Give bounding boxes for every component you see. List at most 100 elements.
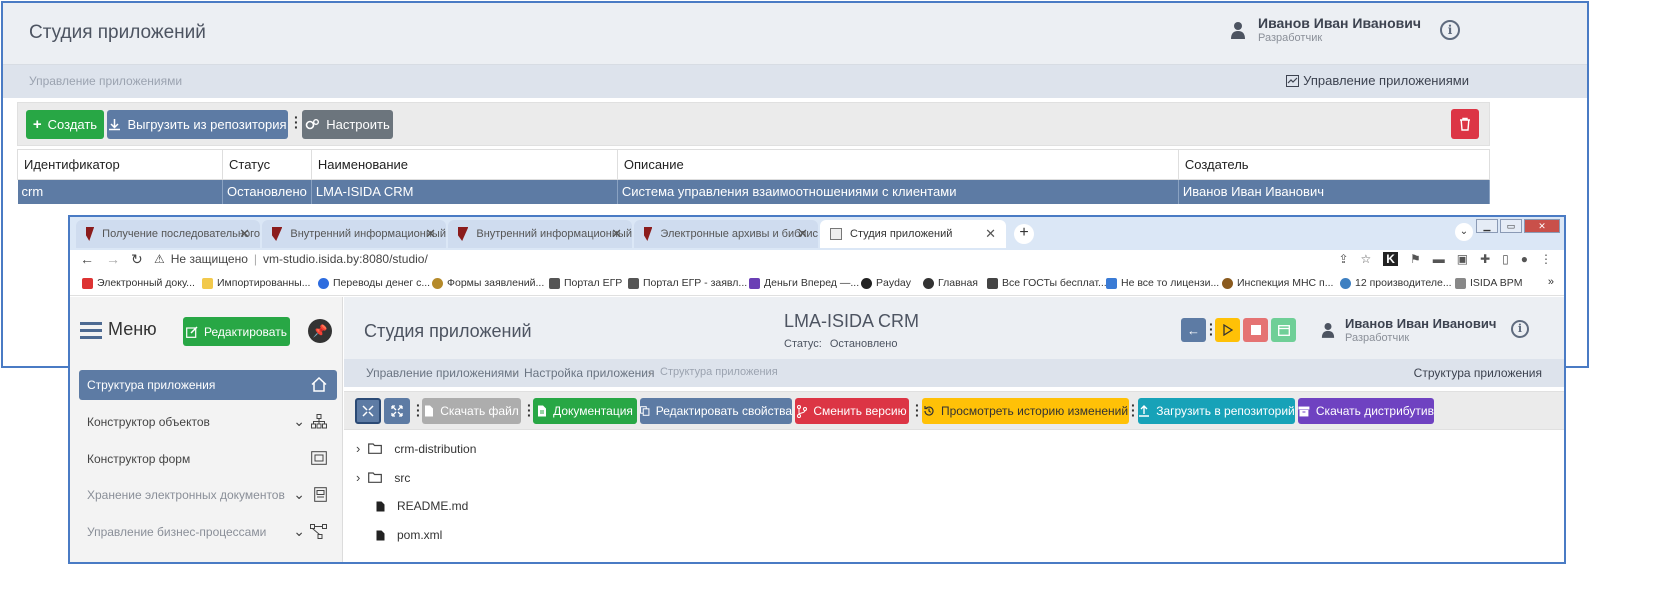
download-distribution-button[interactable]: Скачать дистрибутив	[1298, 398, 1434, 424]
bookmark-item[interactable]: Payday	[861, 277, 911, 289]
breadcrumb-item[interactable]: Управление приложениями	[366, 366, 519, 380]
close-tab-icon[interactable]: ✕	[611, 226, 622, 242]
drag-handle[interactable]: · · ·	[1209, 317, 1214, 341]
back-arrow-icon[interactable]: ←	[80, 251, 94, 267]
minimize-icon[interactable]: ▁	[1476, 219, 1498, 233]
col-header-status[interactable]: Статус	[222, 149, 312, 180]
drag-handle[interactable]: · · ·	[294, 110, 299, 134]
menu-toggle[interactable]: Меню	[80, 319, 157, 340]
share-icon[interactable]: ⇪	[1338, 252, 1348, 266]
col-header-id[interactable]: Идентификатор	[17, 149, 223, 180]
browser-tab-1[interactable]: Получение последовательного ✕	[76, 220, 260, 248]
table-row[interactable]: crm Остановлено LMA-ISIDA CRM Система уп…	[17, 179, 1491, 204]
breadcrumb-item[interactable]: Настройка приложения	[524, 366, 655, 380]
export-repo-button[interactable]: Выгрузить из репозитория	[107, 110, 288, 139]
bookmark-item[interactable]: Не все то лицензи...	[1106, 277, 1219, 289]
bookmark-item[interactable]: Инспекция МНС п...	[1222, 277, 1333, 289]
sidebar-item-structure[interactable]: Структура приложения	[79, 370, 337, 400]
chevron-right-icon[interactable]: ›	[356, 441, 360, 456]
sidepanel-icon[interactable]: ▯	[1502, 252, 1509, 266]
edit-properties-button[interactable]: Редактировать свойства	[640, 398, 792, 424]
tree-file-item[interactable]: pom.xml	[376, 528, 442, 542]
run-button[interactable]	[1215, 318, 1240, 342]
open-app-button[interactable]	[1271, 318, 1296, 342]
tab-search-chevron-icon[interactable]: ⌄	[1455, 223, 1473, 241]
browser-tab-2[interactable]: Внутренний информационный ✕	[262, 220, 446, 248]
bookmark-item[interactable]: Деньги Вперед —...	[749, 277, 859, 289]
url-field[interactable]: ⚠ Не защищено | vm-studio.isida.by:8080/…	[154, 252, 428, 266]
maximize-icon[interactable]: ▭	[1500, 219, 1522, 233]
reload-icon[interactable]: ↻	[131, 251, 143, 268]
menu-dots-icon[interactable]: ⋮	[1540, 252, 1552, 266]
pin-icon[interactable]: 📌	[308, 319, 332, 343]
k-extension-icon[interactable]: K	[1383, 252, 1398, 266]
expand-button[interactable]	[384, 398, 410, 424]
user-block[interactable]: Иванов Иван Иванович Разработчик	[1321, 316, 1496, 344]
bookmark-item[interactable]: Электронный доку...	[82, 277, 195, 289]
profile-icon[interactable]: ●	[1521, 252, 1528, 266]
collapse-button[interactable]	[355, 398, 381, 424]
star-icon[interactable]: ☆	[1361, 252, 1372, 266]
close-tab-icon[interactable]: ✕	[425, 226, 436, 242]
sidebar-item-forms[interactable]: Конструктор форм	[79, 444, 337, 474]
upload-repo-button[interactable]: Загрузить в репозиторий	[1138, 398, 1295, 424]
create-button[interactable]: + Создать	[26, 110, 104, 139]
browser-tab-3[interactable]: Внутренний информационный ✕	[448, 220, 632, 248]
col-header-description[interactable]: Описание	[616, 149, 1179, 180]
drag-handle[interactable]: · · ·	[416, 398, 421, 422]
chevron-down-icon[interactable]: ⌄	[293, 413, 305, 430]
chevron-right-icon[interactable]: ›	[356, 470, 360, 485]
upload-icon	[1139, 405, 1150, 417]
forward-arrow-icon[interactable]: →	[106, 251, 120, 267]
bookmark-item[interactable]: Переводы денег с...	[318, 277, 430, 289]
stop-button[interactable]	[1243, 318, 1268, 342]
documentation-button[interactable]: Документация	[533, 398, 637, 424]
settings-button[interactable]: Настроить	[302, 110, 393, 139]
info-icon[interactable]: i	[1511, 320, 1529, 338]
breadcrumb-right-label: Управление приложениями	[1303, 73, 1469, 88]
info-icon[interactable]: i	[1440, 20, 1460, 40]
edit-button[interactable]: Редактировать	[183, 317, 290, 346]
close-tab-icon[interactable]: ✕	[239, 226, 250, 242]
bookmark-item[interactable]: 12 производителе...	[1340, 277, 1452, 289]
sidebar-item-documents[interactable]: Хранение электронных документов ⌄	[79, 480, 337, 510]
download-file-button[interactable]: Скачать файл	[422, 398, 521, 424]
chevron-down-icon[interactable]: ⌄	[293, 486, 305, 503]
sidebar-item-processes[interactable]: Управление бизнес-процессами ⌄	[79, 517, 337, 547]
close-tab-icon[interactable]: ✕	[985, 226, 996, 242]
bookmark-item[interactable]: Главная	[923, 277, 978, 289]
bookmark-item[interactable]: Все ГОСТы бесплат...	[987, 277, 1107, 289]
browser-tab-4[interactable]: Электронные архивы и библис ✕	[634, 220, 818, 248]
back-button[interactable]: ←	[1181, 318, 1206, 342]
extension-icon[interactable]: ▣	[1457, 252, 1468, 266]
browser-tab-active[interactable]: Студия приложений ✕	[820, 220, 1006, 248]
tree-folder-item[interactable]: › src	[356, 470, 410, 485]
breadcrumb[interactable]: Управление приложениями	[29, 74, 182, 88]
bookmark-item[interactable]: Портал ЕГР - заявл...	[628, 277, 747, 289]
extension-icon[interactable]: ▬	[1433, 252, 1445, 266]
col-header-creator[interactable]: Создатель	[1177, 149, 1491, 180]
user-block[interactable]: Иванов Иван Иванович Разработчик	[1230, 15, 1421, 44]
delete-button[interactable]	[1451, 109, 1479, 139]
new-tab-button[interactable]: +	[1014, 224, 1034, 244]
drag-handle[interactable]: · · ·	[1131, 398, 1136, 422]
close-tab-icon[interactable]: ✕	[797, 226, 808, 242]
window-close-icon[interactable]: ✕	[1524, 219, 1560, 233]
more-bookmarks-icon[interactable]: »	[1548, 276, 1554, 288]
bookmark-item[interactable]: Импортированны...	[202, 277, 310, 289]
tree-folder-item[interactable]: › crm-distribution	[356, 441, 476, 456]
bookmark-item[interactable]: Формы заявлений...	[432, 277, 544, 289]
tree-file-item[interactable]: README.md	[376, 499, 468, 513]
view-history-button[interactable]: Просмотреть историю изменений	[922, 398, 1129, 424]
col-header-name[interactable]: Наименование	[310, 149, 618, 180]
puzzle-icon[interactable]: ✚	[1480, 252, 1490, 266]
chevron-down-icon[interactable]: ⌄	[293, 523, 305, 540]
change-version-button[interactable]: Сменить версию	[795, 398, 909, 424]
edit-label: Редактировать	[204, 324, 287, 339]
bookmark-item[interactable]: Портал ЕГР	[549, 277, 622, 289]
extension-icon[interactable]: ⚑	[1410, 252, 1421, 266]
sidebar-item-objects[interactable]: Конструктор объектов ⌄	[79, 407, 337, 437]
drag-handle[interactable]: · · ·	[915, 398, 920, 422]
bookmark-item[interactable]: ISIDA BPM	[1455, 277, 1523, 289]
drag-handle[interactable]: · · ·	[527, 398, 532, 422]
